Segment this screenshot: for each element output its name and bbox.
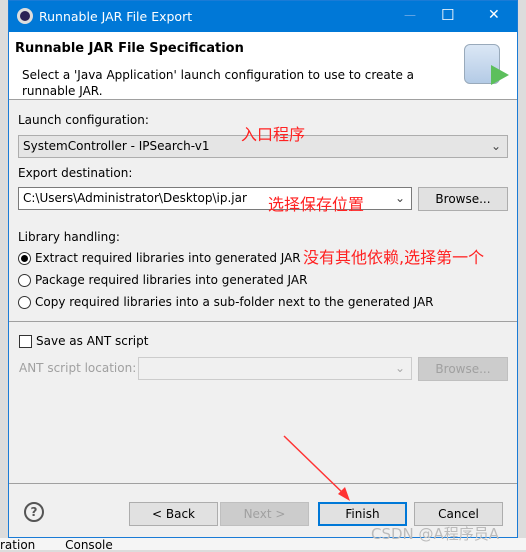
watermark: CSDN @A程序员A	[371, 525, 500, 543]
annotation-arrow	[283, 435, 350, 501]
